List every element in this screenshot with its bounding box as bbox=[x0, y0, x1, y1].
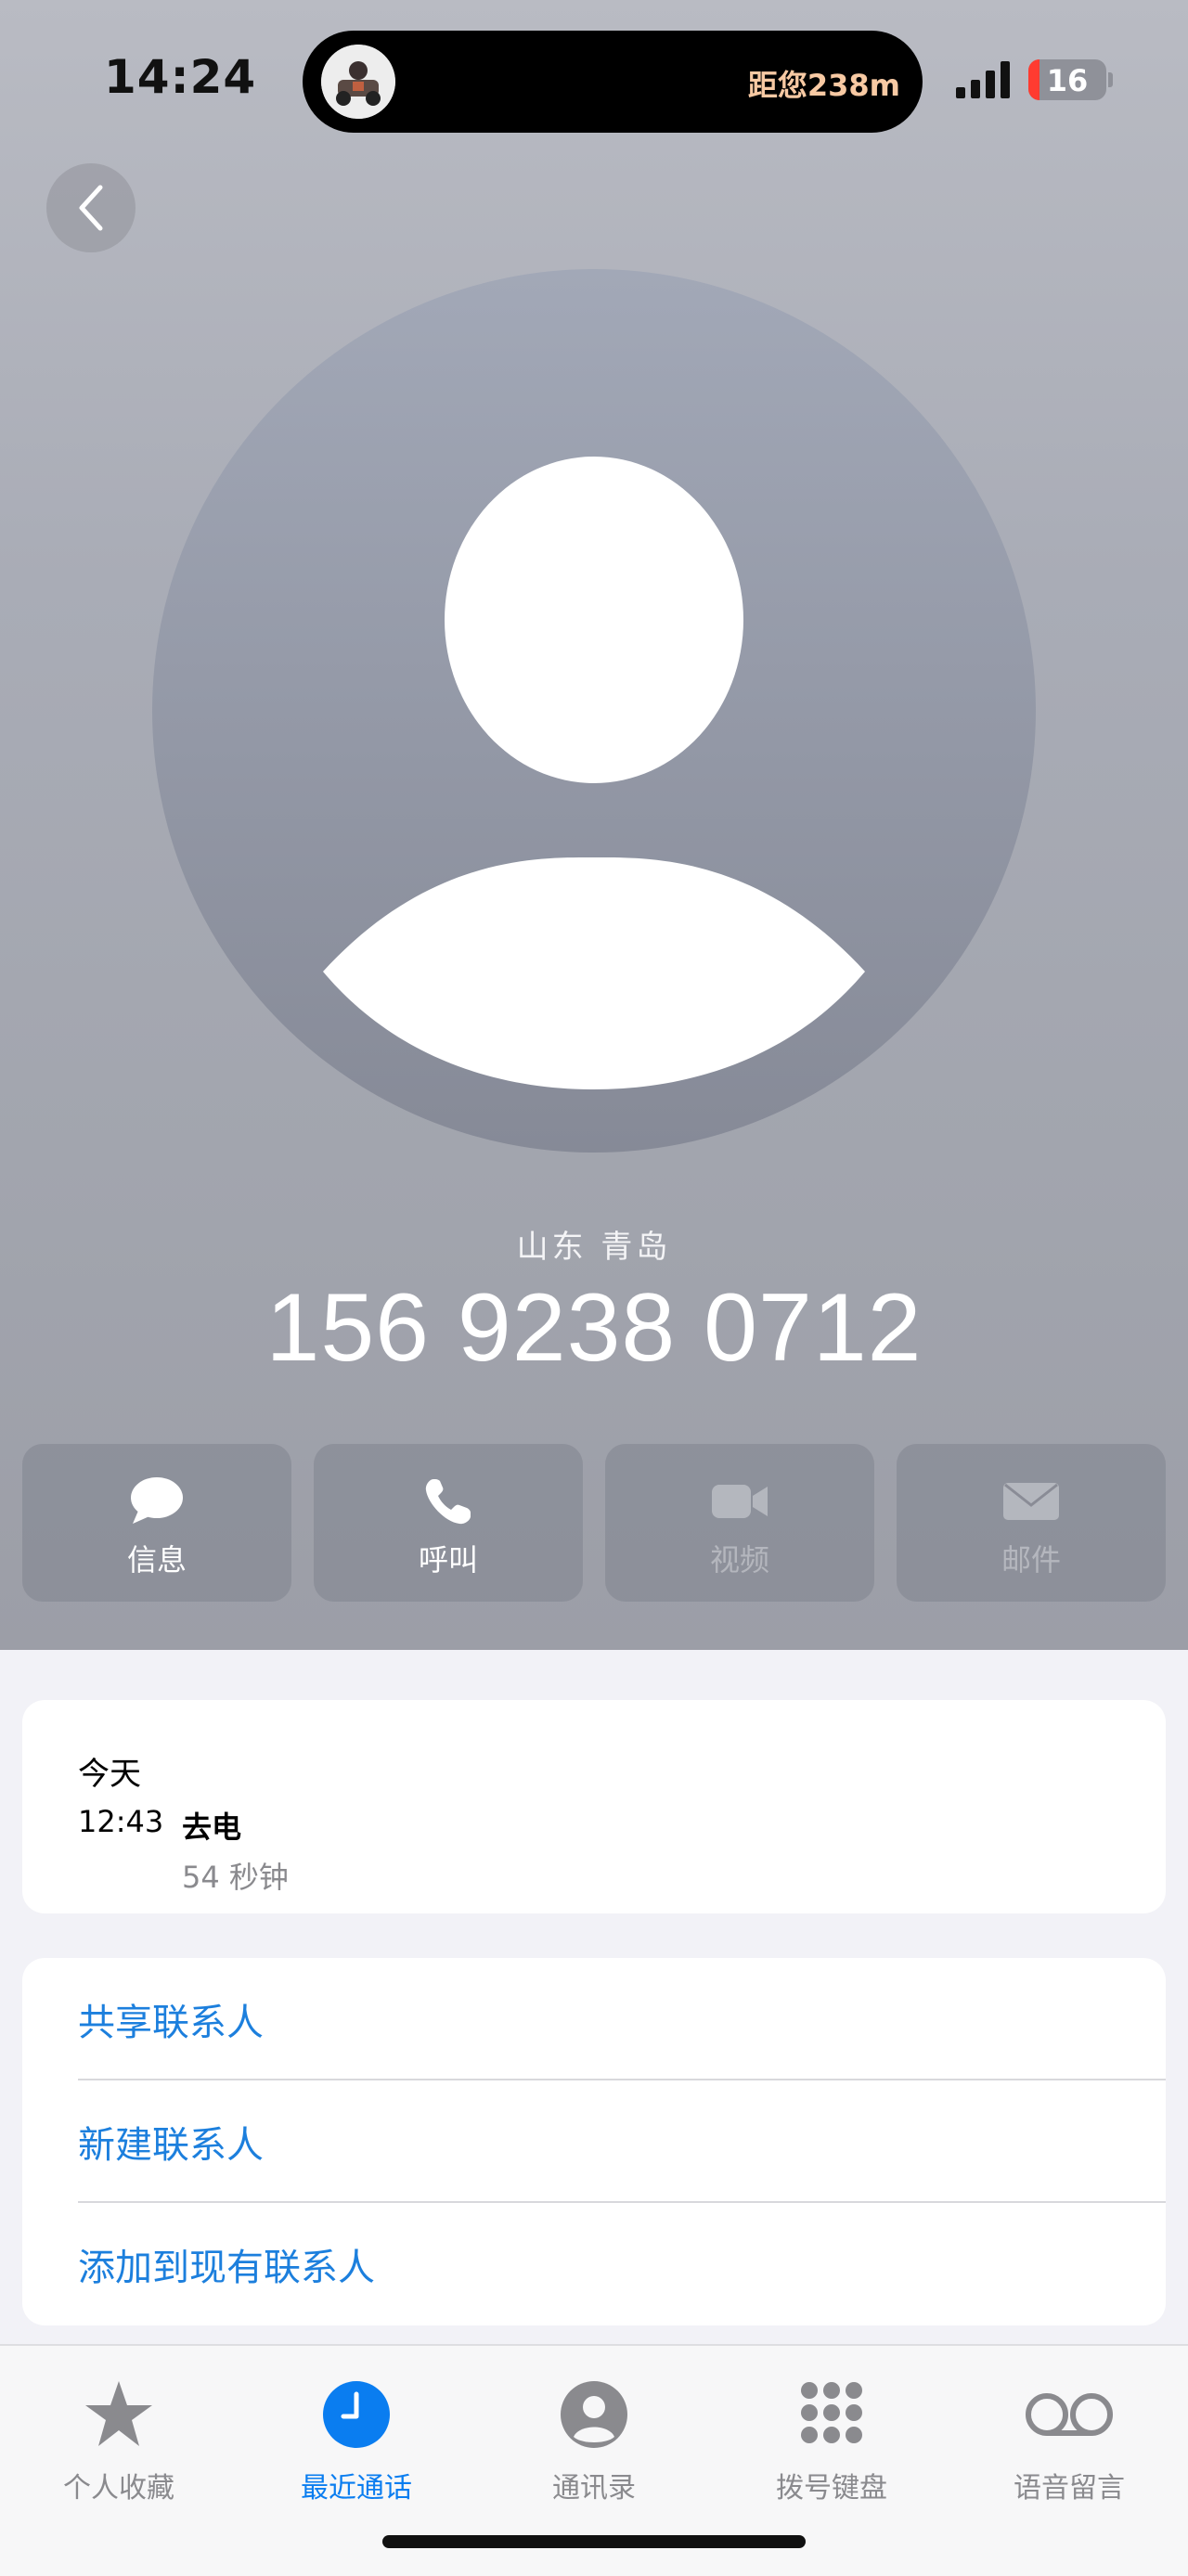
tab-keypad[interactable]: 拨号键盘 bbox=[713, 2363, 950, 2505]
person-silhouette-icon bbox=[323, 457, 865, 1089]
battery-icon: 16 bbox=[1028, 59, 1106, 100]
share-contact-button[interactable]: 共享联系人 bbox=[78, 1958, 1166, 2080]
contact-options-card: 共享联系人 新建联系人 添加到现有联系人 bbox=[22, 1958, 1166, 2325]
live-activity-avatar-icon bbox=[321, 45, 395, 119]
status-time: 14:24 bbox=[104, 50, 257, 104]
recent-call-time: 12:43 bbox=[78, 1804, 164, 1839]
mail-label: 邮件 bbox=[1001, 1542, 1061, 1578]
message-button[interactable]: 信息 bbox=[22, 1444, 291, 1602]
recent-calls-card: 今天 12:43 去电 54 秒钟 bbox=[22, 1700, 1166, 1913]
contact-header: 14:24 距您238m 16 山东 青岛 156 9238 0712 信息 呼… bbox=[0, 0, 1188, 1650]
chevron-left-icon bbox=[79, 185, 103, 231]
recent-day: 今天 bbox=[78, 1756, 141, 1793]
cellular-signal-icon bbox=[956, 61, 1012, 98]
contact-location: 山东 青岛 bbox=[516, 1229, 672, 1266]
home-indicator[interactable] bbox=[382, 2535, 806, 2548]
tab-contacts-label: 通讯录 bbox=[552, 2472, 636, 2505]
star-icon bbox=[85, 2381, 152, 2446]
recent-call-duration: 54 秒钟 bbox=[182, 1860, 289, 1895]
tab-recents[interactable]: 最近通话 bbox=[238, 2363, 475, 2505]
clock-icon bbox=[323, 2381, 390, 2448]
voicemail-icon bbox=[1026, 2393, 1113, 2436]
tab-recents-label: 最近通话 bbox=[301, 2472, 412, 2505]
tab-voicemail-label: 语音留言 bbox=[1014, 2472, 1125, 2505]
message-icon bbox=[131, 1477, 183, 1524]
distance-text: 距您238m bbox=[747, 68, 900, 103]
video-icon bbox=[712, 1485, 768, 1518]
battery-percent: 16 bbox=[1046, 63, 1089, 98]
tab-favorites[interactable]: 个人收藏 bbox=[0, 2363, 238, 2505]
contact-avatar bbox=[152, 269, 1036, 1153]
back-button[interactable] bbox=[46, 163, 136, 252]
message-label: 信息 bbox=[126, 1542, 187, 1578]
tab-keypad-label: 拨号键盘 bbox=[776, 2472, 887, 2505]
tab-voicemail[interactable]: 语音留言 bbox=[950, 2363, 1188, 2505]
video-button[interactable]: 视频 bbox=[605, 1444, 874, 1602]
battery-tip bbox=[1108, 72, 1113, 87]
video-label: 视频 bbox=[709, 1542, 769, 1578]
add-to-existing-contact-button[interactable]: 添加到现有联系人 bbox=[78, 2203, 1166, 2325]
mail-button[interactable]: 邮件 bbox=[897, 1444, 1166, 1602]
keypad-icon bbox=[801, 2382, 862, 2443]
phone-icon bbox=[425, 1479, 471, 1525]
contact-phone-number[interactable]: 156 9238 0712 bbox=[0, 1273, 1188, 1384]
dynamic-island[interactable]: 距您238m bbox=[303, 31, 923, 133]
create-contact-button[interactable]: 新建联系人 bbox=[78, 2080, 1166, 2203]
tab-contacts[interactable]: 通讯录 bbox=[475, 2363, 713, 2505]
person-icon bbox=[561, 2381, 627, 2448]
call-label: 呼叫 bbox=[418, 1542, 478, 1578]
recent-call-type: 去电 bbox=[182, 1810, 242, 1845]
tab-favorites-label: 个人收藏 bbox=[63, 2472, 174, 2505]
call-button[interactable]: 呼叫 bbox=[314, 1444, 583, 1602]
contact-actions: 信息 呼叫 视频 邮件 bbox=[22, 1444, 1166, 1602]
mail-icon bbox=[1003, 1483, 1059, 1520]
